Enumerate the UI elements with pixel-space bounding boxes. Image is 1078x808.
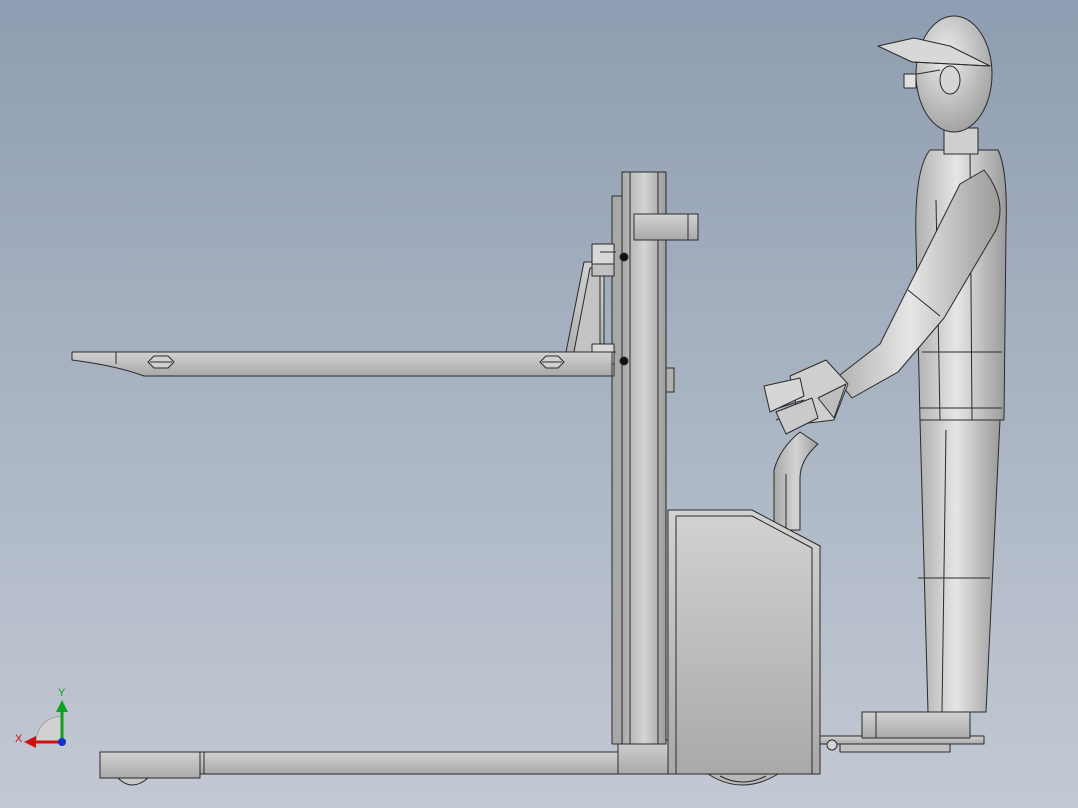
base-frame[interactable] [99, 739, 669, 779]
rear-wheel[interactable] [117, 777, 149, 786]
battery-box[interactable] [667, 509, 821, 775]
3d-viewport[interactable]: Y X [0, 0, 1078, 808]
axis-triad [24, 700, 68, 748]
drive-wheel[interactable] [707, 773, 779, 786]
y-axis-arrowhead [56, 700, 68, 712]
operator-hand [763, 359, 849, 435]
fork-blade[interactable] [71, 351, 613, 377]
y-axis-label: Y [58, 687, 66, 699]
x-axis-label: X [15, 733, 23, 745]
cad-model-drawing[interactable] [0, 0, 1078, 808]
x-axis-arrowhead [24, 736, 36, 748]
tiller-handle[interactable] [773, 431, 819, 531]
z-axis-dot [58, 738, 66, 746]
